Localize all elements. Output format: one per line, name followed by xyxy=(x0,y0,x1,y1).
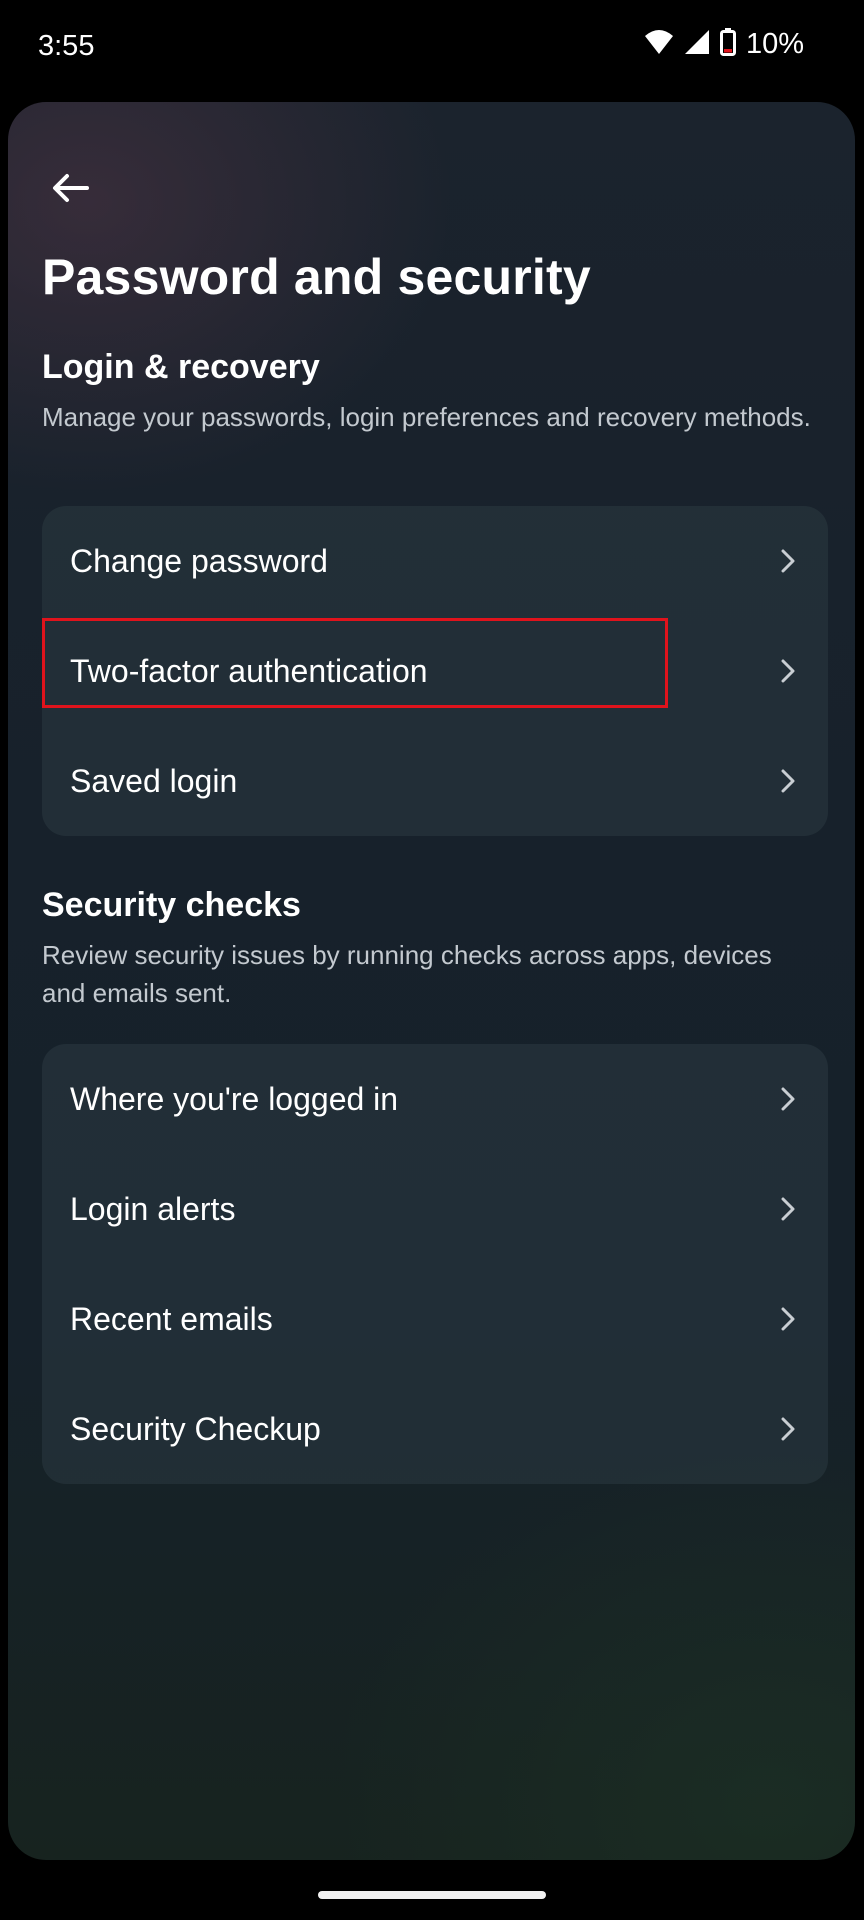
chevron-right-icon xyxy=(776,1197,800,1221)
wifi-icon xyxy=(644,29,674,60)
settings-sheet: Password and security Login & recovery M… xyxy=(8,102,855,1860)
security-checkup-item[interactable]: Security Checkup xyxy=(42,1374,828,1484)
change-password-item[interactable]: Change password xyxy=(42,506,828,616)
arrow-left-icon xyxy=(51,173,89,208)
chevron-right-icon xyxy=(776,549,800,573)
row-label: Two-factor authentication xyxy=(70,652,428,689)
battery-percentage: 10% xyxy=(745,28,804,60)
login-recovery-card: Change password Two-factor authenticatio… xyxy=(42,506,828,836)
status-time: 3:55 xyxy=(38,30,95,62)
chevron-right-icon xyxy=(776,1417,800,1441)
where-logged-in-item[interactable]: Where you're logged in xyxy=(42,1044,828,1154)
status-bar: 3:55 10% xyxy=(0,0,864,96)
section-title-security-checks: Security checks xyxy=(42,886,301,924)
section-title-login-recovery: Login & recovery xyxy=(42,348,320,386)
row-label: Saved login xyxy=(70,762,238,799)
row-label: Where you're logged in xyxy=(70,1080,399,1117)
section-description-login-recovery: Manage your passwords, login preferences… xyxy=(42,402,811,432)
row-label: Login alerts xyxy=(70,1190,236,1227)
saved-login-item[interactable]: Saved login xyxy=(42,726,828,836)
back-button[interactable] xyxy=(38,158,102,222)
home-indicator[interactable] xyxy=(318,1891,546,1899)
chevron-right-icon xyxy=(776,659,800,683)
status-icons: 10% xyxy=(644,28,804,61)
row-label: Change password xyxy=(70,542,328,579)
login-alerts-item[interactable]: Login alerts xyxy=(42,1154,828,1264)
battery-low-icon xyxy=(719,28,736,61)
row-label: Security Checkup xyxy=(70,1410,321,1447)
screen: 3:55 10% Password and security Login & r… xyxy=(0,0,864,1920)
chevron-right-icon xyxy=(776,1087,800,1111)
page-title: Password and security xyxy=(42,249,591,305)
chevron-right-icon xyxy=(776,769,800,793)
recent-emails-item[interactable]: Recent emails xyxy=(42,1264,828,1374)
section-description-security-checks: Review security issues by running checks… xyxy=(42,940,772,1008)
security-checks-card: Where you're logged in Login alerts Rece… xyxy=(42,1044,828,1484)
row-label: Recent emails xyxy=(70,1300,273,1337)
chevron-right-icon xyxy=(776,1307,800,1331)
two-factor-authentication-item[interactable]: Two-factor authentication xyxy=(42,616,828,726)
cellular-signal-icon xyxy=(684,29,710,60)
